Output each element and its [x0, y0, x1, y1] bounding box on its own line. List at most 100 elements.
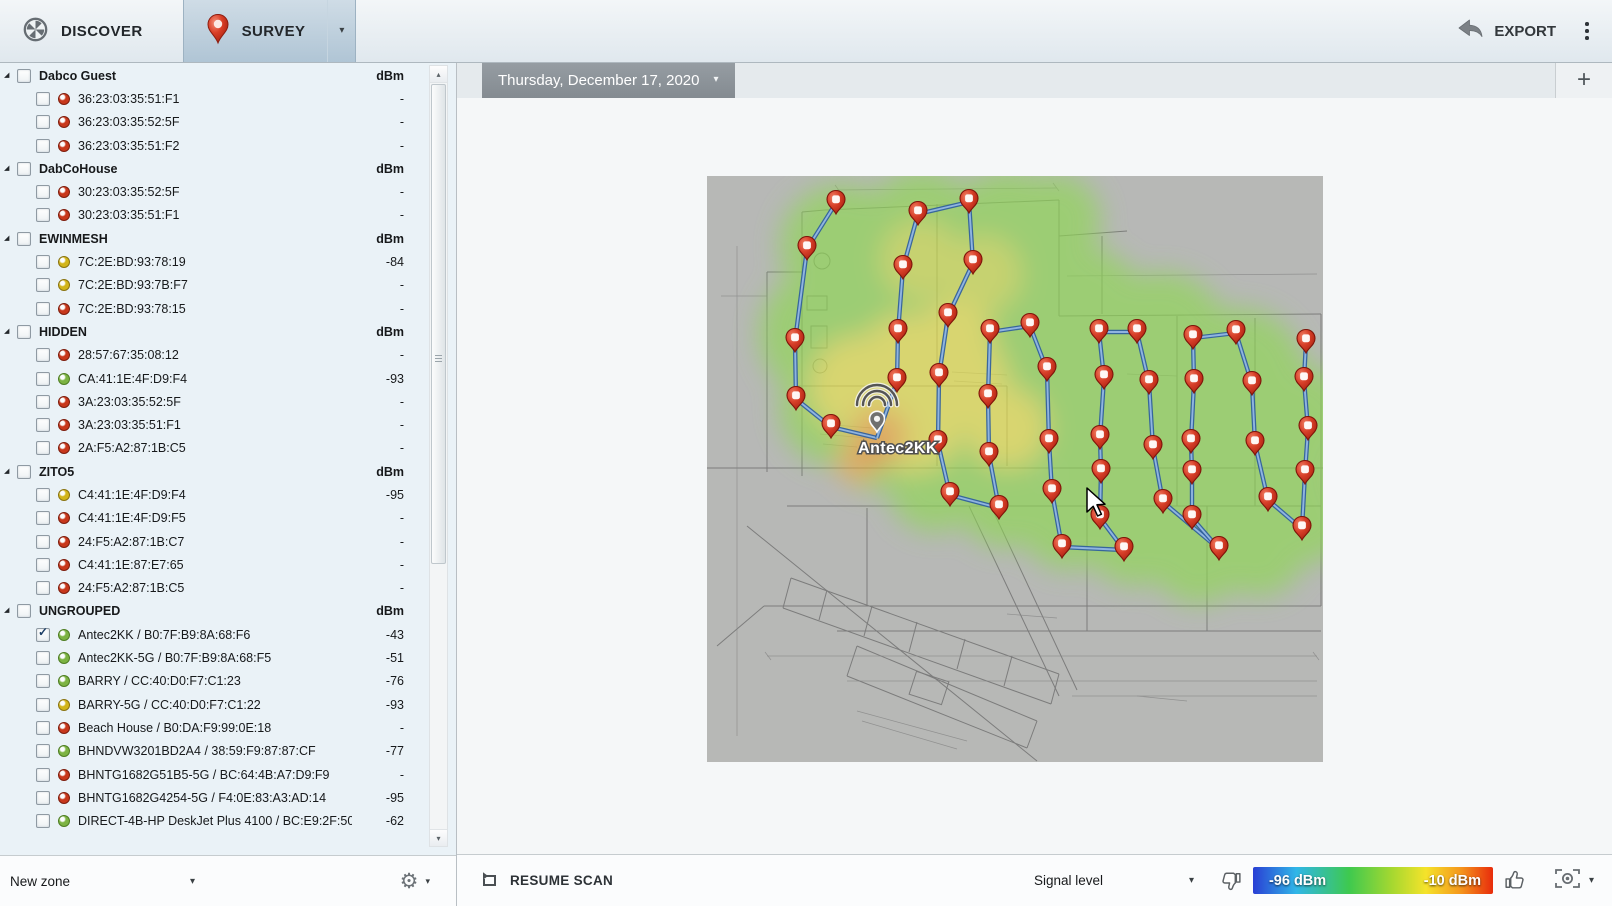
network-row[interactable]: 2A:F5:A2:87:1B:C5 -	[0, 437, 428, 460]
network-checkbox[interactable]	[36, 511, 50, 526]
network-checkbox[interactable]	[36, 697, 50, 712]
settings-gear-button[interactable]: ⚙ ▾	[400, 869, 456, 894]
network-checkbox[interactable]	[36, 534, 50, 549]
group-checkbox[interactable]	[17, 324, 31, 339]
export-button[interactable]: EXPORT	[1446, 0, 1566, 62]
dbm-value: -62	[385, 814, 404, 829]
network-row[interactable]: BHNDVW3201BD2A4 / 38:59:F9:87:87:CF -77	[0, 740, 428, 763]
tab-survey[interactable]: SURVEY	[182, 0, 328, 62]
network-row[interactable]: ✓ Antec2KK / B0:7F:B9:8A:68:F6 -43	[0, 623, 428, 646]
network-checkbox[interactable]	[36, 814, 50, 829]
snapshot-date-tab[interactable]: Thursday, December 17, 2020 ▾	[482, 62, 735, 98]
network-row[interactable]: 7C:2E:BD:93:78:19 -84	[0, 250, 428, 273]
snapshot-tab-bar: Thursday, December 17, 2020 ▾ +	[457, 62, 1612, 99]
resume-scan-button[interactable]: RESUME SCAN	[479, 870, 613, 892]
network-checkbox[interactable]	[36, 744, 50, 759]
visualization-select[interactable]: Signal level ▾	[1034, 873, 1194, 888]
network-row[interactable]: Beach House / B0:DA:F9:99:0E:18 -	[0, 716, 428, 739]
group-checkbox[interactable]	[17, 68, 31, 83]
network-row[interactable]: BHNTG1682G4254-5G / F4:0E:83:A3:AD:14 -95	[0, 786, 428, 809]
network-group-row[interactable]: ◢ EWINMESH dBm	[0, 227, 428, 250]
network-group-row[interactable]: ◢ HIDDEN dBm	[0, 320, 428, 343]
network-checkbox[interactable]	[36, 581, 50, 596]
network-checkbox[interactable]	[36, 487, 50, 502]
overflow-menu-button[interactable]	[1566, 0, 1608, 62]
scrollbar-thumb[interactable]	[431, 84, 446, 564]
tree-expanded-icon[interactable]: ◢	[4, 234, 17, 242]
network-row[interactable]: C4:41:1E:87:E7:65 -	[0, 553, 428, 576]
network-row[interactable]: CA:41:1E:4F:D9:F4 -93	[0, 367, 428, 390]
signal-status-icon	[58, 745, 70, 758]
floorplan-heatmap[interactable]: Antec2KK	[707, 176, 1323, 762]
add-snapshot-button[interactable]: +	[1555, 62, 1612, 98]
network-checkbox[interactable]	[36, 301, 50, 316]
network-row[interactable]: 7C:2E:BD:93:7B:F7 -	[0, 274, 428, 297]
dbm-value: -	[399, 301, 404, 316]
tree-expanded-icon[interactable]: ◢	[4, 327, 17, 335]
network-checkbox[interactable]	[36, 348, 50, 363]
network-checkbox[interactable]	[36, 418, 50, 433]
network-row[interactable]: 28:57:67:35:08:12 -	[0, 344, 428, 367]
network-row[interactable]: BARRY / CC:40:D0:F7:C1:23 -76	[0, 670, 428, 693]
scroll-down-icon[interactable]: ▾	[430, 829, 447, 846]
group-checkbox[interactable]	[17, 231, 31, 246]
network-checkbox[interactable]	[36, 278, 50, 293]
network-row[interactable]: 36:23:03:35:51:F2 -	[0, 134, 428, 157]
network-label: 24:F5:A2:87:1B:C5	[78, 581, 185, 596]
network-row[interactable]: 3A:23:03:35:52:5F -	[0, 390, 428, 413]
network-checkbox[interactable]	[36, 394, 50, 409]
tree-expanded-icon[interactable]: ◢	[4, 606, 17, 614]
network-checkbox[interactable]	[36, 255, 50, 270]
screenshot-button[interactable]: ▾	[1554, 867, 1594, 895]
network-checkbox[interactable]	[36, 790, 50, 805]
network-group-row[interactable]: ◢ UNGROUPED dBm	[0, 600, 428, 623]
tree-expanded-icon[interactable]: ◢	[4, 164, 17, 172]
network-label: C4:41:1E:87:E7:65	[78, 557, 184, 572]
network-row[interactable]: 24:F5:A2:87:1B:C7 -	[0, 530, 428, 553]
scroll-up-icon[interactable]: ▴	[430, 66, 447, 83]
tree-expanded-icon[interactable]: ◢	[4, 467, 17, 475]
group-checkbox[interactable]	[17, 604, 31, 619]
network-checkbox[interactable]	[36, 371, 50, 386]
network-row[interactable]: 30:23:03:35:52:5F -	[0, 180, 428, 203]
network-checkbox[interactable]	[36, 674, 50, 689]
zone-selector[interactable]: New zone ▾	[0, 874, 195, 889]
signal-status-icon	[58, 372, 70, 385]
tab-discover[interactable]: DISCOVER	[0, 0, 165, 62]
map-canvas[interactable]: Antec2KK	[457, 98, 1612, 855]
network-row[interactable]: 36:23:03:35:51:F1 -	[0, 87, 428, 110]
survey-label: SURVEY	[241, 22, 306, 40]
network-row[interactable]: 36:23:03:35:52:5F -	[0, 111, 428, 134]
network-row[interactable]: 7C:2E:BD:93:78:15 -	[0, 297, 428, 320]
network-group-row[interactable]: ◢ DabCoHouse dBm	[0, 157, 428, 180]
network-checkbox[interactable]	[36, 208, 50, 223]
network-row[interactable]: DIRECT-4B-HP DeskJet Plus 4100 / BC:E9:2…	[0, 810, 428, 833]
survey-dropdown-button[interactable]: ▾	[327, 0, 357, 62]
network-row[interactable]: Antec2KK-5G / B0:7F:B9:8A:68:F5 -51	[0, 646, 428, 669]
network-row[interactable]: 24:F5:A2:87:1B:C5 -	[0, 577, 428, 600]
network-checkbox[interactable]	[36, 557, 50, 572]
network-row[interactable]: C4:41:1E:4F:D9:F5 -	[0, 507, 428, 530]
network-checkbox[interactable]: ✓	[36, 625, 50, 642]
network-checkbox[interactable]	[36, 651, 50, 666]
network-group-row[interactable]: ◢ Dabco Guest dBm	[0, 64, 428, 87]
sidebar-scrollbar[interactable]: ▴ ▾	[429, 65, 448, 847]
network-checkbox[interactable]	[36, 767, 50, 782]
network-checkbox[interactable]	[36, 115, 50, 130]
network-checkbox[interactable]	[36, 138, 50, 153]
network-checkbox[interactable]	[36, 441, 50, 456]
network-checkbox[interactable]	[36, 185, 50, 200]
network-row[interactable]: BARRY-5G / CC:40:D0:F7:C1:22 -93	[0, 693, 428, 716]
tree-expanded-icon[interactable]: ◢	[4, 71, 17, 79]
network-group-row[interactable]: ◢ ZITO5 dBm	[0, 460, 428, 483]
network-label: BHNDVW3201BD2A4 / 38:59:F9:87:87:CF	[78, 744, 316, 759]
network-row[interactable]: BHNTG1682G51B5-5G / BC:64:4B:A7:D9:F9 -	[0, 763, 428, 786]
group-checkbox[interactable]	[17, 161, 31, 176]
splitter-grip-icon	[435, 355, 442, 363]
network-checkbox[interactable]	[36, 91, 50, 106]
network-row[interactable]: 30:23:03:35:51:F1 -	[0, 204, 428, 227]
group-checkbox[interactable]	[17, 464, 31, 479]
network-checkbox[interactable]	[36, 720, 50, 735]
network-row[interactable]: C4:41:1E:4F:D9:F4 -95	[0, 483, 428, 506]
network-row[interactable]: 3A:23:03:35:51:F1 -	[0, 413, 428, 436]
